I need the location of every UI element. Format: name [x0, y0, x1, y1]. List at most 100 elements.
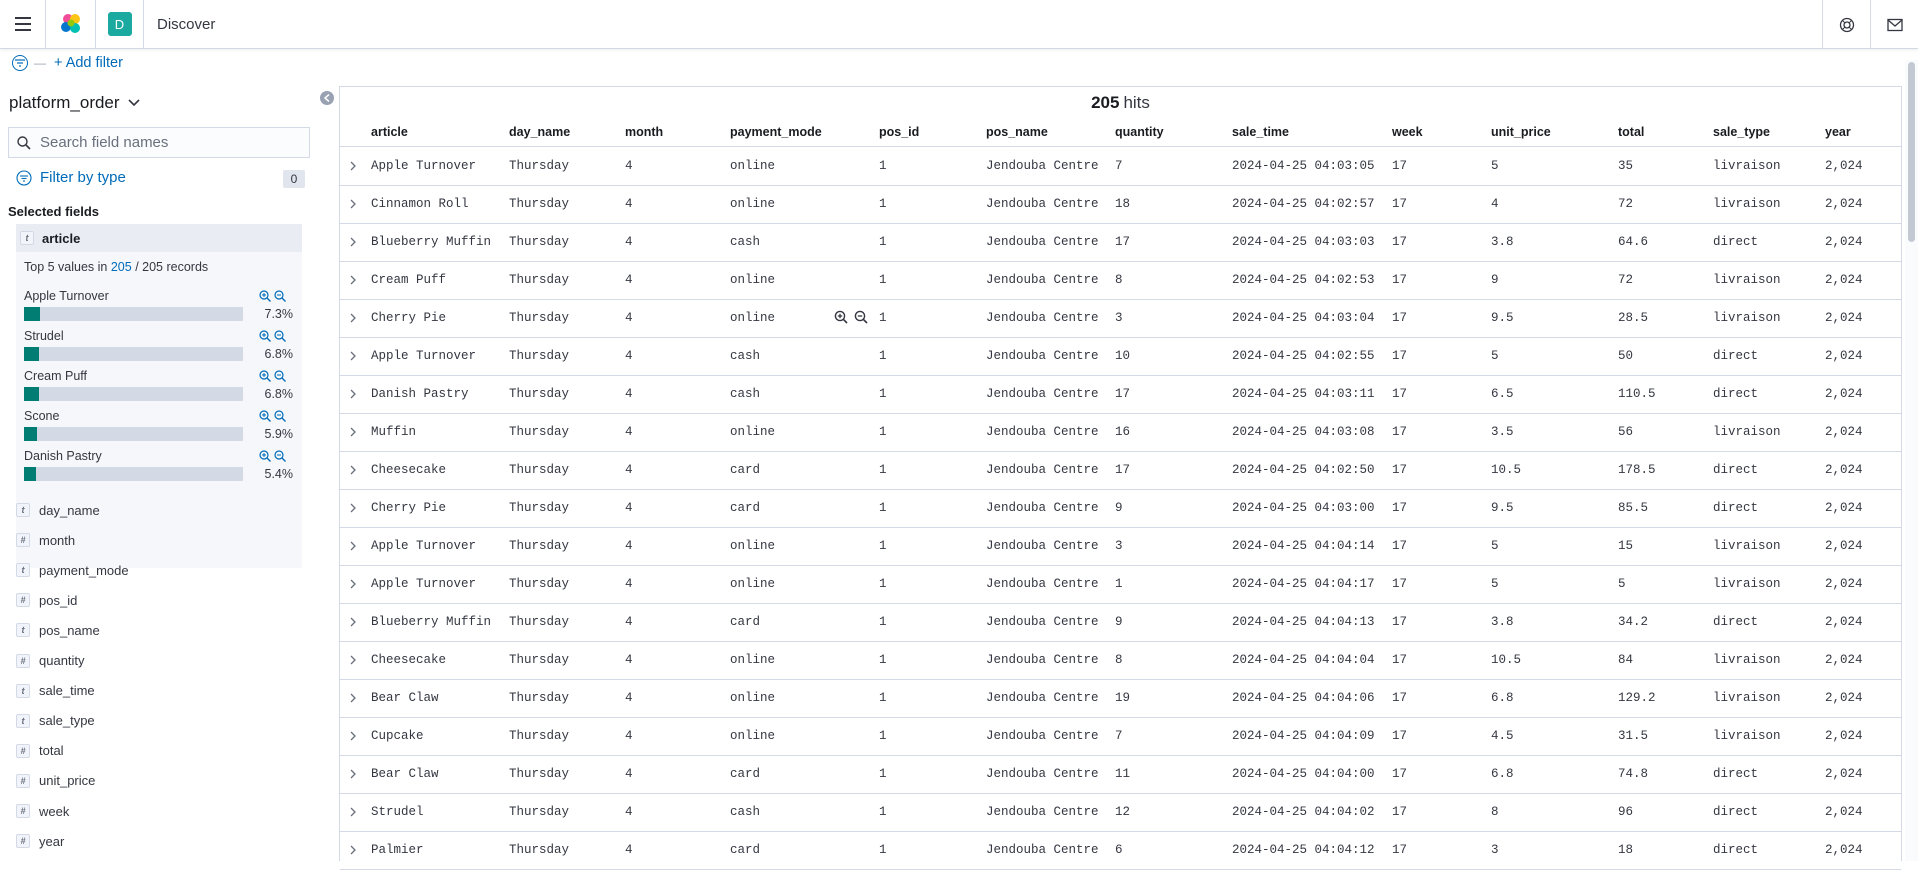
expand-row-icon[interactable] [349, 160, 357, 172]
field-item-week[interactable]: # week [16, 800, 69, 822]
string-type-icon: t [20, 231, 34, 245]
records-link[interactable]: 205 [111, 260, 132, 274]
table-cell-sale_type: direct [1713, 349, 1759, 363]
field-search-input[interactable] [40, 134, 300, 151]
table-cell-week: 17 [1392, 729, 1408, 743]
zoom-in-icon[interactable] [259, 290, 271, 302]
expand-row-icon[interactable] [349, 768, 357, 780]
table-cell-sale_time: 2024-04-25 04:02:55 [1232, 349, 1375, 363]
table-cell-quantity: 1 [1115, 577, 1123, 591]
index-pattern-selector[interactable]: platform_order [9, 93, 140, 113]
top-value-label: Cream Puff [24, 369, 87, 383]
space-selector[interactable]: D [96, 0, 144, 49]
column-header-pos_name[interactable]: pos_name [986, 125, 1048, 139]
expand-row-icon[interactable] [349, 426, 357, 438]
table-cell-article: Cheesecake [371, 653, 447, 667]
table-cell-total: 18 [1618, 843, 1634, 857]
table-cell-payment_mode: cash [730, 349, 761, 363]
expand-row-icon[interactable] [349, 502, 357, 514]
field-item-day_name[interactable]: t day_name [16, 499, 100, 521]
column-header-quantity[interactable]: quantity [1115, 125, 1164, 139]
newsfeed-button[interactable] [1870, 0, 1918, 49]
column-header-year[interactable]: year [1825, 125, 1851, 139]
add-filter-button[interactable]: + Add filter [54, 55, 123, 71]
string-type-icon: t [16, 683, 30, 698]
column-header-payment_mode[interactable]: payment_mode [730, 125, 822, 139]
selected-field-article[interactable]: t article [16, 224, 302, 252]
zoom-out-icon[interactable] [274, 450, 286, 462]
expand-row-icon[interactable] [349, 236, 357, 248]
field-item-sale_time[interactable]: t sale_time [16, 680, 95, 702]
filter-options-button[interactable] [12, 55, 28, 71]
field-item-payment_mode[interactable]: t payment_mode [16, 559, 129, 581]
column-header-sale_time[interactable]: sale_time [1232, 125, 1289, 139]
column-header-week[interactable]: week [1392, 125, 1423, 139]
zoom-in-icon[interactable] [259, 370, 271, 382]
chevron-down-icon [127, 99, 140, 107]
zoom-out-icon[interactable] [274, 370, 286, 382]
table-cell-day_name: Thursday [509, 197, 570, 211]
column-header-article[interactable]: article [371, 125, 408, 139]
expand-row-icon[interactable] [349, 616, 357, 628]
field-item-unit_price[interactable]: # unit_price [16, 770, 95, 792]
table-cell-month: 4 [625, 653, 633, 667]
table-cell-day_name: Thursday [509, 235, 570, 249]
expand-row-icon[interactable] [349, 350, 357, 362]
field-item-pos_name[interactable]: t pos_name [16, 619, 100, 641]
zoom-out-icon[interactable] [274, 290, 286, 302]
column-header-day_name[interactable]: day_name [509, 125, 570, 139]
column-header-total[interactable]: total [1618, 125, 1644, 139]
column-header-sale_type[interactable]: sale_type [1713, 125, 1770, 139]
table-row: Cherry Pie Thursday 4 card 1 Jendouba Centre 9… [340, 490, 1901, 528]
zoom-in-icon[interactable] [259, 330, 271, 342]
table-cell-sale_type: livraison [1713, 653, 1781, 667]
column-header-pos_id[interactable]: pos_id [879, 125, 919, 139]
filter-icon [15, 59, 25, 67]
table-cell-month: 4 [625, 577, 633, 591]
expand-row-icon[interactable] [349, 654, 357, 666]
help-button[interactable] [1822, 0, 1870, 49]
field-item-sale_type[interactable]: t sale_type [16, 710, 95, 732]
field-item-pos_id[interactable]: # pos_id [16, 589, 77, 611]
field-item-year[interactable]: # year [16, 830, 64, 852]
collapse-sidebar-button[interactable] [320, 91, 334, 105]
expand-row-icon[interactable] [349, 692, 357, 704]
table-header: article day_name month payment_mode pos_id po… [340, 117, 1901, 147]
expand-row-icon[interactable] [349, 312, 357, 324]
menu-toggle-button[interactable] [0, 0, 46, 49]
zoom-out-icon[interactable] [274, 330, 286, 342]
field-label: unit_price [39, 773, 96, 789]
table-cell-article: Cherry Pie [371, 501, 447, 515]
filter-by-type-button[interactable]: Filter by type [16, 169, 126, 186]
table-cell-unit_price: 9 [1491, 273, 1499, 287]
number-type-icon: # [16, 533, 30, 548]
table-cell-quantity: 3 [1115, 539, 1123, 553]
table-cell-week: 17 [1392, 463, 1408, 477]
home-logo-link[interactable] [46, 0, 96, 49]
scrollbar-thumb[interactable] [1908, 62, 1915, 242]
zoom-in-icon[interactable] [834, 310, 848, 324]
column-header-month[interactable]: month [625, 125, 663, 139]
expand-row-icon[interactable] [349, 844, 357, 856]
column-header-unit_price[interactable]: unit_price [1491, 125, 1551, 139]
field-item-quantity[interactable]: # quantity [16, 650, 85, 672]
zoom-out-icon[interactable] [854, 310, 868, 324]
expand-row-icon[interactable] [349, 198, 357, 210]
field-item-total[interactable]: # total [16, 740, 64, 762]
table-cell-sale_type: direct [1713, 463, 1759, 477]
expand-row-icon[interactable] [349, 540, 357, 552]
field-item-month[interactable]: # month [16, 529, 75, 551]
expand-row-icon[interactable] [349, 274, 357, 286]
zoom-out-icon[interactable] [274, 410, 286, 422]
table-cell-pos_id: 1 [879, 653, 887, 667]
zoom-in-icon[interactable] [259, 450, 271, 462]
expand-row-icon[interactable] [349, 730, 357, 742]
expand-row-icon[interactable] [349, 388, 357, 400]
expand-row-icon[interactable] [349, 806, 357, 818]
expand-row-icon[interactable] [349, 578, 357, 590]
table-cell-unit_price: 3 [1491, 843, 1499, 857]
table-cell-unit_price: 5 [1491, 159, 1499, 173]
page-scrollbar[interactable] [1905, 60, 1918, 861]
expand-row-icon[interactable] [349, 464, 357, 476]
zoom-in-icon[interactable] [259, 410, 271, 422]
